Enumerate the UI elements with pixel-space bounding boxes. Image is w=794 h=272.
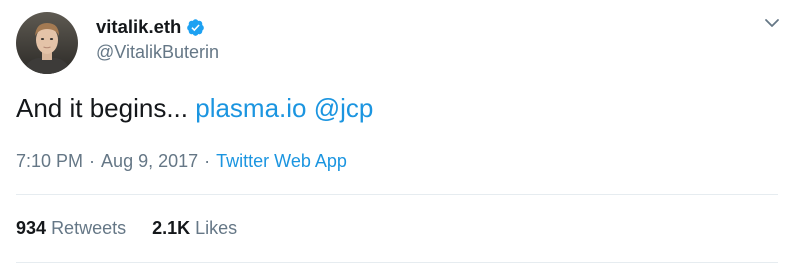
tweet-text: And it begins... plasma.io @jcp <box>16 92 373 124</box>
likes-count: 2.1K <box>152 218 191 238</box>
retweets-count: 934 <box>16 218 47 238</box>
tweet-mention-jcp[interactable]: @jcp <box>314 93 374 123</box>
verified-badge-icon <box>186 18 205 37</box>
divider <box>16 262 778 263</box>
author-name-row[interactable]: vitalik.eth <box>96 15 205 39</box>
retweets-stat[interactable]: 934 Retweets <box>16 217 126 239</box>
divider <box>16 194 778 195</box>
tweet-meta: 7:10 PM · Aug 9, 2017 · Twitter Web App <box>16 150 347 172</box>
tweet-stats: 934 Retweets 2.1K Likes <box>16 217 237 239</box>
meta-separator: · <box>89 151 96 171</box>
tweet-time[interactable]: 7:10 PM <box>16 151 83 171</box>
likes-stat[interactable]: 2.1K Likes <box>152 217 237 239</box>
user-handle[interactable]: @VitalikButerin <box>96 42 219 63</box>
tweet-card: vitalik.eth @VitalikButerin And it begin… <box>0 0 794 272</box>
likes-label: Likes <box>195 218 238 238</box>
tweet-source-link[interactable]: Twitter Web App <box>216 151 347 171</box>
tweet-link-plasma[interactable]: plasma.io <box>195 93 306 123</box>
tweet-text-body: And it begins... <box>16 93 188 123</box>
tweet-date[interactable]: Aug 9, 2017 <box>101 151 198 171</box>
avatar[interactable] <box>16 12 78 74</box>
chevron-down-icon[interactable] <box>762 13 782 33</box>
display-name[interactable]: vitalik.eth <box>96 16 181 38</box>
meta-separator: · <box>204 151 211 171</box>
retweets-label: Retweets <box>51 218 127 238</box>
